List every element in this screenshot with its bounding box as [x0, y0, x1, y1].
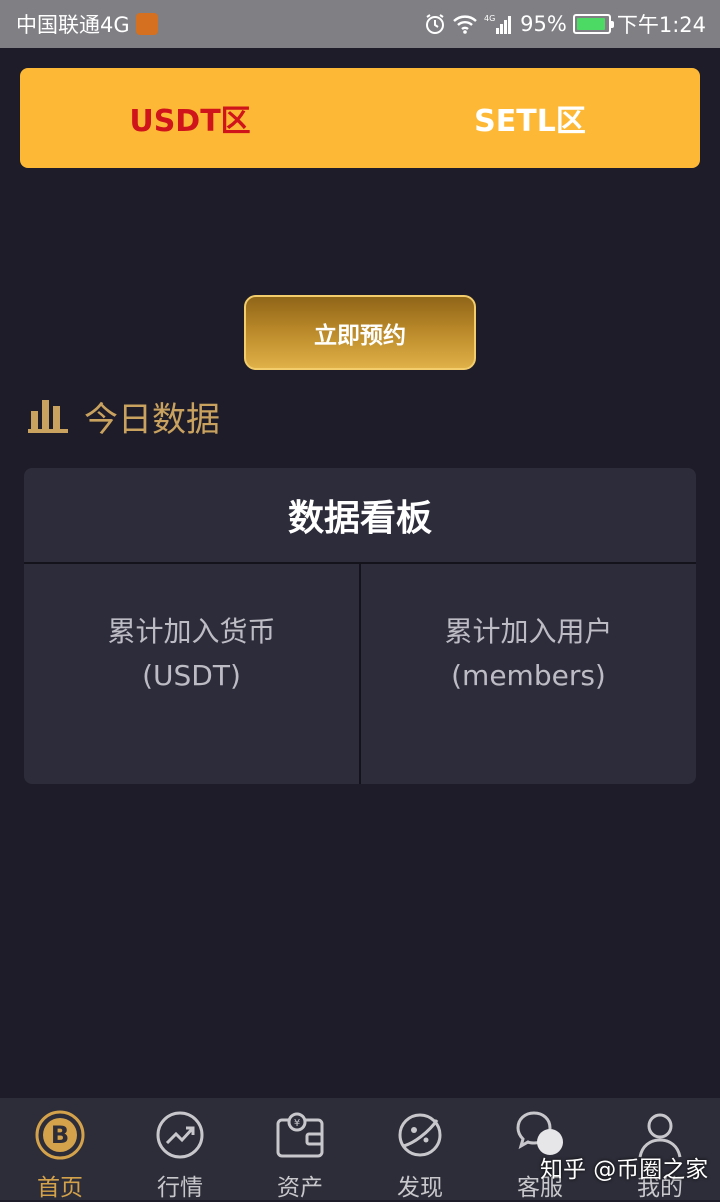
wallet-icon: ¥ — [275, 1110, 325, 1160]
status-left: 中国联通4G — [16, 9, 158, 39]
cumulative-currency-unit: (USDT) — [142, 659, 241, 692]
cumulative-users-unit: (members) — [451, 659, 606, 692]
bottom-nav: B 首页 行情 ¥ 资产 发现 客服 我的 — [0, 1098, 720, 1201]
tab-setl-zone[interactable]: SETL区 — [360, 68, 700, 168]
nav-item-market[interactable]: 行情 — [120, 1098, 240, 1201]
dashboard-cells: 累计加入货币 (USDT) 累计加入用户 (members) — [24, 564, 696, 784]
status-right: 4G 95% 下午1:24 — [424, 9, 706, 39]
battery-icon — [572, 14, 614, 34]
bitcoin-icon: B — [35, 1110, 85, 1160]
data-dashboard: 数据看板 累计加入货币 (USDT) 累计加入用户 (members) — [24, 468, 696, 784]
nav-label-home: 首页 — [37, 1175, 83, 1201]
status-bar: 中国联通4G 4G 95% 下午1:24 — [0, 0, 720, 48]
cumulative-users-label: 累计加入用户 — [444, 615, 613, 648]
signal-icon: 4G — [484, 13, 514, 35]
nav-label-assets: 资产 — [277, 1175, 323, 1201]
nav-item-discover[interactable]: 发现 — [360, 1098, 480, 1201]
tab-usdt-zone[interactable]: USDT区 — [20, 68, 360, 168]
carrier-app-icon — [135, 13, 158, 35]
nav-label-discover: 发现 — [397, 1175, 443, 1201]
nav-label-market: 行情 — [157, 1175, 203, 1201]
watermark: 知乎 @币圈之家 — [540, 1157, 709, 1183]
svg-text:B: B — [51, 1121, 69, 1149]
cumulative-currency-label: 累计加入货币 — [107, 615, 276, 648]
dashboard-title: 数据看板 — [24, 468, 696, 564]
bar-chart-icon — [28, 395, 68, 437]
planet-icon — [395, 1110, 445, 1160]
svg-text:¥: ¥ — [294, 1118, 300, 1129]
nav-item-me[interactable]: 我的 — [600, 1098, 720, 1201]
battery-fill — [576, 18, 606, 30]
cumulative-users-cell: 累计加入用户 (members) — [359, 564, 696, 784]
nav-item-assets[interactable]: ¥ 资产 — [240, 1098, 360, 1201]
network-type-label: 4G — [484, 14, 495, 23]
today-data-title: 今日数据 — [84, 399, 220, 440]
battery-percent: 95% — [520, 12, 567, 36]
alarm-icon — [424, 13, 446, 35]
zone-tabs: USDT区 SETL区 — [20, 68, 700, 168]
clock-time: 下午1:24 — [616, 13, 706, 37]
today-data-header: 今日数据 — [28, 390, 220, 442]
wifi-icon — [452, 13, 478, 35]
reserve-now-button[interactable]: 立即预约 — [244, 295, 476, 370]
cumulative-currency-cell: 累计加入货币 (USDT) — [24, 564, 359, 784]
trend-icon — [155, 1110, 205, 1160]
nav-item-home[interactable]: B 首页 — [0, 1098, 120, 1201]
carrier-label: 中国联通4G — [16, 13, 130, 37]
nav-item-support[interactable]: 客服 — [480, 1098, 600, 1201]
